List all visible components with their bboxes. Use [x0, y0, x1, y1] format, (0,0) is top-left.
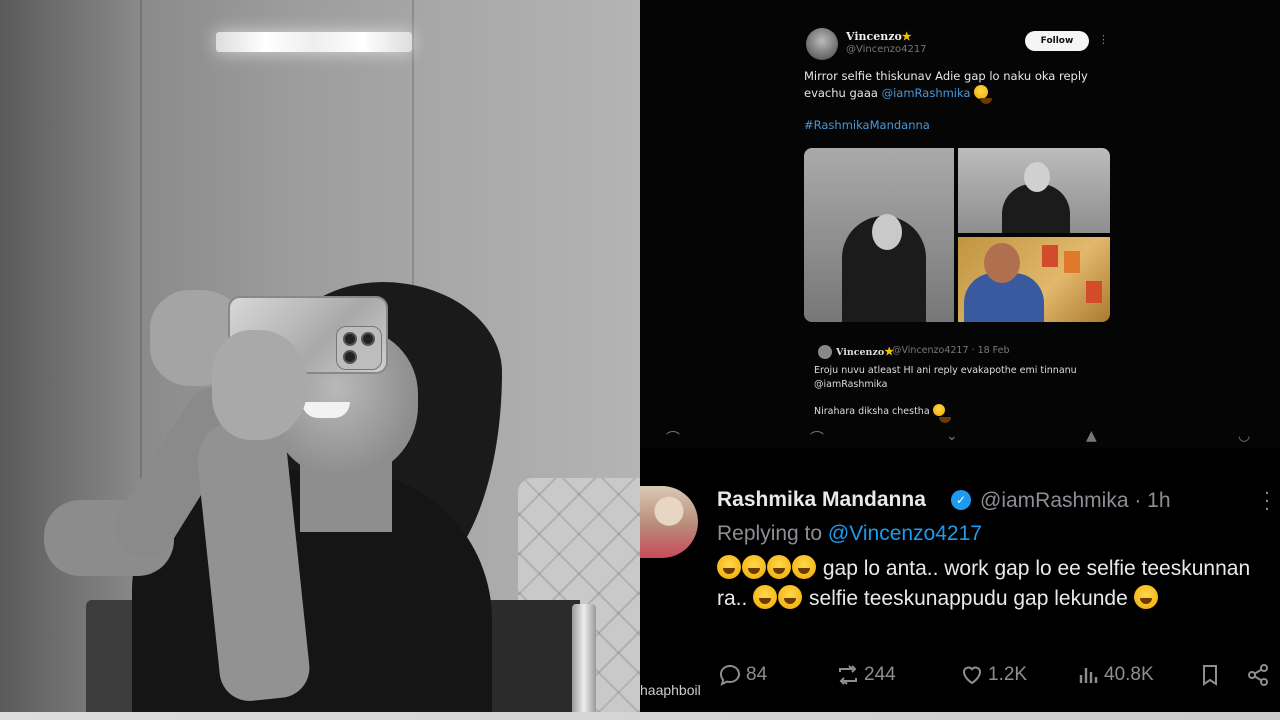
like-icon[interactable]: ⌄ [946, 428, 958, 444]
reply-icon [719, 664, 741, 686]
quoted-text: Nirahara diksha chestha [814, 404, 951, 423]
tweet-panel: Vincenzo★ @Vincenzo4217 Follow ⋮ Mirror … [640, 0, 1280, 720]
selfie-photo [0, 0, 640, 712]
media-image[interactable] [804, 148, 954, 322]
analytics-icon [1079, 668, 1098, 683]
more-icon[interactable]: · · · [1262, 485, 1272, 519]
bookmark-icon [1203, 665, 1217, 686]
rofl-emoji-icon [792, 555, 816, 579]
verified-badge-icon: ✓ [951, 490, 971, 510]
media-image[interactable] [958, 148, 1110, 233]
avatar [818, 345, 832, 359]
ceiling-light [216, 32, 412, 52]
replying-to-link[interactable]: @Vincenzo4217 [828, 522, 982, 545]
reply-icon[interactable]: ⌒ [666, 428, 680, 448]
emoji-icon [974, 85, 993, 104]
tweet-text: gap lo anta.. work gap lo ee selfie tees… [717, 555, 1251, 610]
rofl-emoji-icon [778, 585, 803, 609]
author-handle[interactable]: @iamRashmika · 1h [980, 489, 1171, 513]
share-icon [1248, 664, 1268, 686]
follow-button[interactable]: Follow [1025, 31, 1089, 51]
reply-tweet: Rashmika Mandanna ✓ @iamRashmika · 1h · ·… [640, 464, 1280, 720]
rofl-emoji-icon [717, 555, 741, 579]
hashtag-link[interactable]: #RashmikaMandanna [804, 118, 930, 132]
bottle [572, 604, 596, 712]
avatar[interactable] [640, 486, 698, 558]
author-handle[interactable]: @Vincenzo4217 [846, 44, 927, 55]
right-hand [212, 330, 308, 440]
repost-icon[interactable]: ⌒ [810, 428, 824, 448]
share-icon[interactable]: ◡ [1238, 428, 1250, 444]
phone-camera-icon [336, 326, 382, 370]
action-bar: 84 244 1.2K 40.8K [640, 660, 1280, 690]
media-image[interactable] [958, 237, 1110, 322]
bottom-strip [0, 712, 1280, 720]
embedded-tweet: Vincenzo★ @Vincenzo4217 Follow ⋮ Mirror … [640, 0, 1280, 448]
quoted-author-handle: @Vincenzo4217 · 18 Feb [892, 345, 1010, 356]
replying-to: Replying to @Vincenzo4217 [717, 522, 982, 545]
share-button[interactable] [1246, 660, 1274, 690]
bookmark-icon[interactable]: ▲ [1086, 428, 1097, 444]
quoted-author-name: Vincenzo★ [836, 345, 895, 358]
quoted-text: Eroju nuvu atleast HI ani reply evakapot… [814, 365, 1077, 390]
emoji-icon [932, 404, 951, 423]
repost-button[interactable]: 244 [836, 660, 896, 690]
bookmark-button[interactable] [1198, 660, 1226, 690]
repost-icon [839, 665, 857, 685]
heart-icon [962, 666, 982, 685]
star-icon: ★ [901, 30, 912, 43]
rofl-emoji-icon [1133, 585, 1158, 609]
avatar[interactable] [806, 28, 838, 60]
author-name[interactable]: Vincenzo★ [846, 30, 912, 43]
mention-link[interactable]: @iamRashmika [882, 86, 971, 100]
like-button[interactable]: 1.2K [960, 660, 1027, 690]
tweet-text: Mirror selfie thiskunav Adie gap lo naku… [804, 69, 1088, 104]
more-icon[interactable]: ⋮ [1098, 33, 1109, 46]
media-grid[interactable] [804, 148, 1110, 322]
rofl-emoji-icon [753, 585, 778, 609]
views-button[interactable]: 40.8K [1076, 660, 1154, 690]
watermark: haaphboil [640, 682, 701, 698]
author-name[interactable]: Rashmika Mandanna [717, 488, 926, 512]
reply-button[interactable]: 84 [718, 660, 767, 690]
rofl-emoji-icon [742, 555, 766, 579]
rofl-emoji-icon [767, 555, 791, 579]
embedded-action-bar: ⌒ ⌒ ⌄ ▲ ◡ [640, 424, 1280, 448]
